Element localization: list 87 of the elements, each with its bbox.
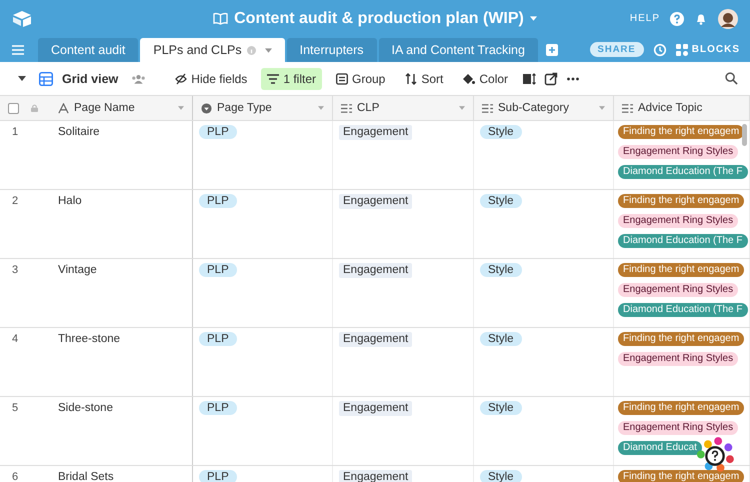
info-icon[interactable] [246, 46, 256, 54]
row-number: 6 [12, 471, 18, 482]
sub-category-tag: Style [480, 125, 522, 139]
page-name: Halo [58, 194, 82, 208]
hidden-eye-icon [175, 72, 188, 84]
group-button[interactable]: Group [330, 68, 392, 90]
filter-button[interactable]: 1 filter [261, 68, 322, 90]
page-type-tag: PLP [199, 332, 237, 346]
advice-topic-tag: Engagement Ring Styles [618, 283, 738, 297]
linked-list-icon [622, 102, 633, 114]
advice-topic-tag: Engagement Ring Styles [618, 421, 738, 435]
book-icon [213, 12, 228, 25]
row-number: 4 [12, 333, 18, 345]
single-select-icon [201, 102, 212, 114]
page-name: Side-stone [58, 401, 113, 415]
history-icon[interactable] [652, 42, 667, 56]
advice-topic-tag: Finding the right engagem [618, 401, 744, 415]
advice-topic-tag: Diamond Educat [618, 441, 702, 455]
advice-topic-tag: Finding the right engagem [618, 470, 744, 482]
filter-icon [267, 72, 280, 84]
advice-topic-tag: Engagement Ring Styles [618, 214, 738, 228]
row-number: 5 [12, 402, 18, 414]
add-icon[interactable] [546, 44, 558, 56]
help-icon[interactable] [670, 12, 684, 26]
sub-category-tag: Style [480, 401, 522, 415]
page-type-tag: PLP [199, 125, 237, 139]
advice-topic-tag: Engagement Ring Styles [618, 145, 738, 159]
search-icon[interactable] [725, 72, 738, 85]
page-name: Solitaire [58, 125, 100, 139]
logo-icon[interactable] [12, 10, 32, 28]
paint-bucket-icon [463, 72, 476, 84]
scrollbar[interactable] [742, 124, 747, 146]
row-number: 2 [12, 195, 18, 207]
advice-topic-tag: Diamond Education (The F [618, 234, 748, 248]
column-header[interactable]: Page Name [50, 96, 193, 120]
row-number: 3 [12, 264, 18, 276]
column-header[interactable]: Advice Topic [614, 96, 750, 120]
grid-icon [39, 72, 53, 86]
advice-topic-tag: Finding the right engagem [618, 125, 744, 139]
bell-icon[interactable] [694, 12, 708, 26]
clp-tag: Engagement [339, 194, 412, 209]
avatar[interactable] [718, 8, 738, 28]
page-type-tag: PLP [199, 263, 237, 277]
page-type-tag: PLP [199, 470, 237, 482]
column-header[interactable]: Page Type [193, 96, 333, 120]
column-header[interactable]: Sub-Category [474, 96, 614, 120]
lock-icon [31, 104, 38, 112]
sub-category-tag: Style [480, 332, 522, 346]
group-icon [336, 72, 348, 84]
row-height-icon[interactable] [522, 72, 536, 86]
page-type-tag: PLP [199, 194, 237, 208]
people-icon[interactable] [131, 74, 146, 84]
column-header[interactable]: CLP [333, 96, 474, 120]
page-name: Bridal Sets [58, 470, 114, 482]
advice-topic-tag: Engagement Ring Styles [618, 352, 738, 366]
share-view-icon[interactable] [544, 72, 558, 86]
sub-category-tag: Style [480, 263, 522, 277]
select-all-checkbox[interactable] [8, 102, 19, 114]
table-tab[interactable]: IA and Content Tracking [378, 38, 538, 62]
caret-icon[interactable] [18, 76, 26, 81]
linked-list-icon [341, 102, 352, 114]
clp-tag: Engagement [339, 263, 412, 278]
color-button[interactable]: Color [457, 68, 514, 90]
advice-topic-tag: Finding the right engagem [618, 194, 744, 208]
sort-icon [405, 72, 418, 84]
table-tab[interactable]: PLPs and CLPs [140, 38, 285, 62]
sort-button[interactable]: Sort [399, 68, 450, 90]
view-name[interactable]: Grid view [62, 72, 118, 86]
advice-topic-tag: Diamond Education (The F [618, 165, 748, 179]
clp-tag: Engagement [339, 125, 412, 140]
clp-tag: Engagement [339, 332, 412, 347]
blocks-icon [676, 44, 688, 56]
advice-topic-tag: Finding the right engagem [618, 332, 744, 346]
advice-topic-tag: Diamond Education (The F [618, 303, 748, 317]
hide-button[interactable]: Hide fields [169, 68, 254, 90]
linked-list-icon [482, 102, 493, 114]
table-tab[interactable]: Interrupters [286, 38, 377, 62]
menu-icon[interactable] [12, 44, 24, 54]
advice-topic-tag: Finding the right engagem [618, 263, 744, 277]
page-name: Three-stone [58, 332, 120, 346]
row-number: 1 [12, 126, 18, 138]
page-name: Vintage [58, 263, 97, 277]
table-tab[interactable]: Content audit [38, 38, 138, 62]
page-type-tag: PLP [199, 401, 237, 415]
sub-category-tag: Style [480, 194, 522, 208]
text-field-icon [58, 102, 69, 114]
clp-tag: Engagement [339, 401, 412, 416]
